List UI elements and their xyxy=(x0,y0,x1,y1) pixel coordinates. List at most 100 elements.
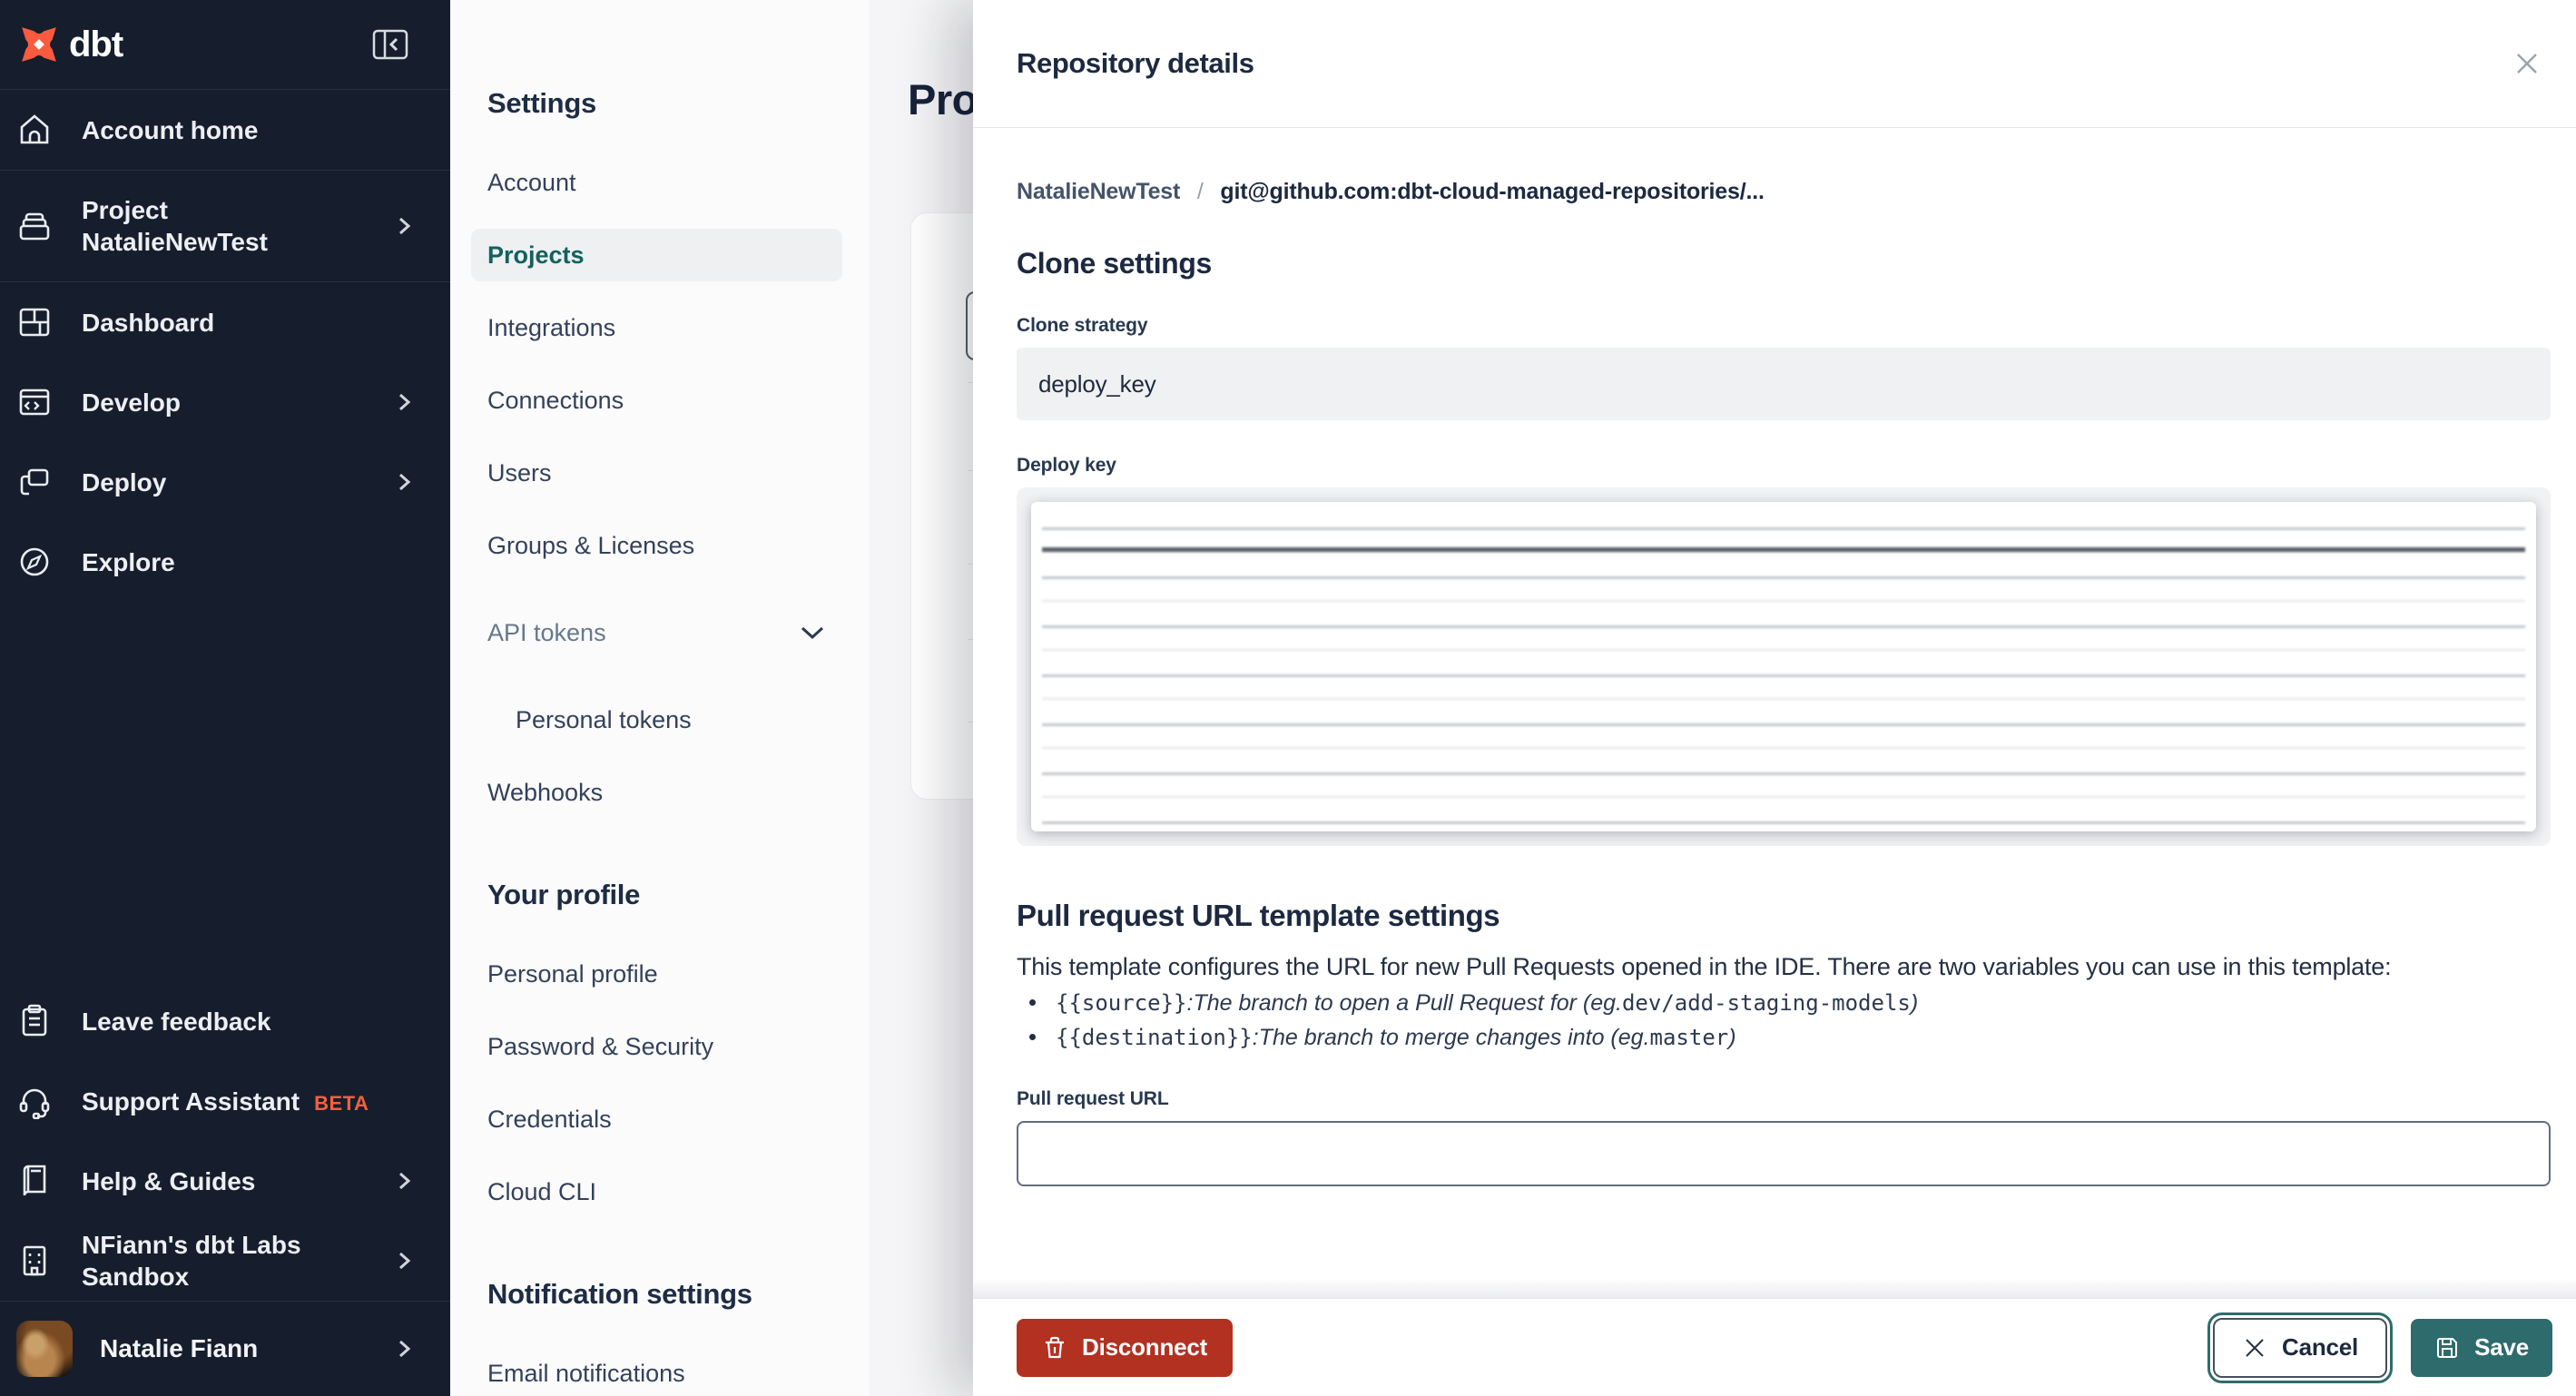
sidebar-item-project[interactable]: Project NatalieNewTest xyxy=(0,171,450,282)
chevron-right-icon xyxy=(394,392,414,412)
your-profile-heading: Your profile xyxy=(487,879,641,910)
breadcrumb: NatalieNewTest / git@github.com:dbt-clou… xyxy=(1017,179,2551,205)
drawer-title: Repository details xyxy=(1017,47,1254,79)
repository-details-drawer: Repository details NatalieNewTest / git@… xyxy=(973,0,2576,1396)
chevron-right-icon xyxy=(394,216,414,236)
dbt-logo-icon xyxy=(18,24,60,65)
cancel-button[interactable]: Cancel xyxy=(2207,1312,2394,1383)
close-paren: ) xyxy=(1728,1025,1736,1050)
pull-request-url-input[interactable] xyxy=(1017,1121,2551,1186)
variable-code: {{destination}} xyxy=(1056,1025,1253,1050)
clone-settings-heading: Clone settings xyxy=(1017,247,1212,280)
deploy-key-redacted-content xyxy=(1031,502,2536,831)
main-sidebar: dbt Account home Project NatalieNewTest … xyxy=(0,0,450,1396)
logo-row: dbt xyxy=(0,0,450,90)
breadcrumb-repo-url: git@github.com:dbt-cloud-managed-reposit… xyxy=(1220,179,1765,204)
variable-description: The branch to merge changes into (eg. xyxy=(1258,1025,1650,1050)
drawer-body: NatalieNewTest / git@github.com:dbt-clou… xyxy=(973,128,2576,1298)
save-floppy-icon xyxy=(2434,1335,2460,1361)
list-item: {{source}} : The branch to open a Pull R… xyxy=(1017,990,2551,1018)
deploy-key-field[interactable] xyxy=(1017,487,2551,846)
pr-url-template-description: This template configures the URL for new… xyxy=(1017,953,2392,980)
settings-item-account[interactable]: Account xyxy=(471,156,842,209)
sidebar-item-label: Dashboard xyxy=(82,308,215,337)
save-button[interactable]: Save xyxy=(2411,1318,2552,1377)
clone-strategy-value: deploy_key xyxy=(1038,369,1156,398)
settings-item-api-tokens[interactable]: API tokens xyxy=(471,606,842,659)
settings-item-projects[interactable]: Projects xyxy=(471,229,842,281)
save-label: Save xyxy=(2474,1333,2529,1361)
sidebar-item-sandbox-account[interactable]: NFiann's dbt Labs Sandbox xyxy=(0,1221,450,1301)
explore-icon xyxy=(16,544,53,580)
disconnect-label: Disconnect xyxy=(1082,1333,1208,1361)
clone-strategy-input[interactable]: deploy_key xyxy=(1017,348,2551,420)
beta-badge: BETA xyxy=(314,1091,369,1115)
close-paren: ) xyxy=(1910,990,1919,1016)
sidebar-item-account-home[interactable]: Account home xyxy=(0,90,450,171)
sidebar-item-label: Help & Guides xyxy=(82,1166,256,1195)
chevron-right-icon xyxy=(394,1171,414,1191)
settings-item-password-security[interactable]: Password & Security xyxy=(471,1020,842,1073)
separator-text: : xyxy=(1252,1025,1259,1050)
redacted-key-lines xyxy=(1042,507,2525,824)
settings-item-credentials[interactable]: Credentials xyxy=(471,1093,842,1145)
sidebar-item-label: Support Assistant BETA xyxy=(82,1086,369,1116)
user-menu[interactable]: Natalie Fiann xyxy=(0,1301,450,1396)
deploy-key-label: Deploy key xyxy=(1017,455,1116,476)
settings-item-webhooks[interactable]: Webhooks xyxy=(471,766,842,819)
settings-heading: Settings xyxy=(487,87,596,119)
chevron-right-icon xyxy=(394,1339,414,1359)
sidebar-item-dashboard[interactable]: Dashboard xyxy=(0,282,450,362)
settings-item-integrations[interactable]: Integrations xyxy=(471,301,842,354)
bullet-dot xyxy=(1029,998,1036,1006)
settings-item-cloud-cli[interactable]: Cloud CLI xyxy=(471,1165,842,1218)
user-name: Natalie Fiann xyxy=(100,1334,259,1362)
trash-icon xyxy=(1042,1335,1067,1361)
variable-description: The branch to open a Pull Request for (e… xyxy=(1193,990,1622,1016)
brand-name: dbt xyxy=(69,24,123,64)
project-icon xyxy=(16,208,53,244)
home-icon xyxy=(16,112,53,148)
sidebar-item-label: Deploy xyxy=(82,467,167,496)
book-icon xyxy=(16,1163,53,1199)
variable-example: master xyxy=(1649,1025,1729,1050)
bullet-dot xyxy=(1029,1033,1036,1040)
sidebar-item-label: Develop xyxy=(82,388,181,417)
sidebar-item-leave-feedback[interactable]: Leave feedback xyxy=(0,981,450,1061)
disconnect-button[interactable]: Disconnect xyxy=(1017,1318,1234,1377)
settings-item-groups-licenses[interactable]: Groups & Licenses xyxy=(471,519,842,572)
sidebar-item-label: Account home xyxy=(82,115,259,144)
sidebar-item-deploy[interactable]: Deploy xyxy=(0,442,450,522)
variable-example: dev/add-staging-models xyxy=(1621,990,1911,1016)
building-icon xyxy=(16,1243,53,1279)
sidebar-collapse-icon[interactable] xyxy=(372,29,408,60)
sidebar-item-develop[interactable]: Develop xyxy=(0,362,450,442)
settings-item-users[interactable]: Users xyxy=(471,447,842,499)
close-icon[interactable] xyxy=(2512,49,2542,78)
settings-item-personal-profile[interactable]: Personal profile xyxy=(471,948,842,1000)
drawer-footer: Disconnect Cancel Save xyxy=(973,1278,2576,1396)
chevron-right-icon xyxy=(394,472,414,492)
chevron-down-icon xyxy=(801,625,824,640)
chevron-right-icon xyxy=(394,1251,414,1271)
settings-item-email-notifications[interactable]: Email notifications xyxy=(471,1347,842,1396)
drawer-header: Repository details xyxy=(973,0,2576,128)
settings-item-personal-tokens[interactable]: Personal tokens xyxy=(471,693,842,746)
deploy-icon xyxy=(16,464,53,500)
sidebar-item-explore[interactable]: Explore xyxy=(0,522,450,602)
notification-settings-heading: Notification settings xyxy=(487,1278,752,1310)
settings-sidebar: Settings Account Projects Integrations C… xyxy=(450,0,870,1396)
settings-item-connections[interactable]: Connections xyxy=(471,374,842,427)
sidebar-item-help-guides[interactable]: Help & Guides xyxy=(0,1141,450,1221)
dbt-cloud-app: dbt Account home Project NatalieNewTest … xyxy=(0,0,2576,1396)
pull-request-url-label: Pull request URL xyxy=(1017,1088,1169,1109)
project-line1: Project xyxy=(82,196,168,224)
sidebar-item-label: NFiann's dbt Labs Sandbox xyxy=(82,1231,301,1291)
headset-icon xyxy=(16,1083,53,1119)
variable-code: {{source}} xyxy=(1056,990,1187,1016)
cancel-label: Cancel xyxy=(2282,1333,2359,1361)
dashboard-icon xyxy=(16,304,53,340)
sidebar-item-support-assistant[interactable]: Support Assistant BETA xyxy=(0,1061,450,1141)
sidebar-item-label: Project NatalieNewTest xyxy=(82,194,365,258)
list-item: {{destination}} : The branch to merge ch… xyxy=(1017,1025,2551,1052)
